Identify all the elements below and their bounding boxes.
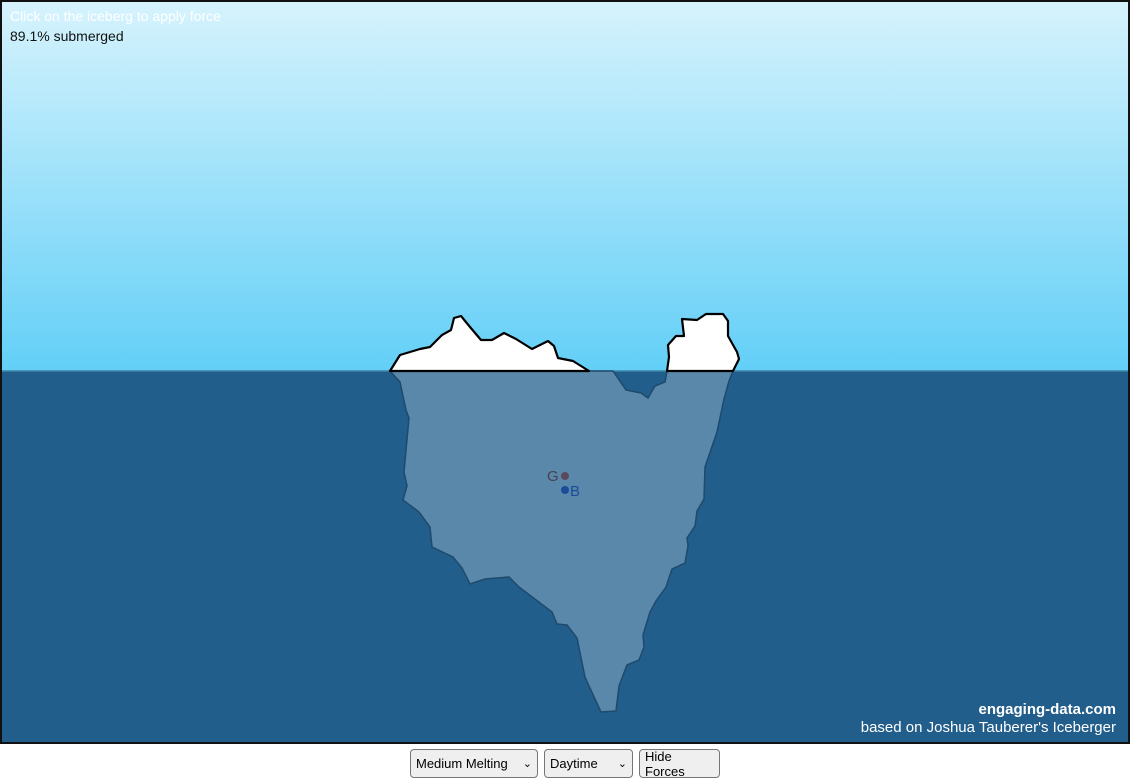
simulation-canvas[interactable]: G B Click on the iceberg to apply force … — [0, 0, 1130, 744]
melting-rate-value: Medium Melting — [416, 756, 508, 771]
center-of-gravity-label: G — [547, 468, 559, 485]
center-of-buoyancy-label: B — [570, 483, 580, 500]
iceberg-scene[interactable]: G B — [2, 2, 1128, 742]
chevron-down-icon: ⌄ — [522, 758, 532, 770]
site-credit[interactable]: engaging-data.com — [978, 701, 1116, 718]
center-of-buoyancy-dot — [561, 486, 569, 494]
sky — [2, 2, 1128, 371]
instruction-text: Click on the iceberg to apply force — [10, 8, 221, 24]
melting-rate-select[interactable]: Medium Melting ⌄ — [410, 749, 538, 778]
chevron-down-icon: ⌄ — [617, 758, 627, 770]
center-of-gravity-dot — [561, 472, 569, 480]
time-of-day-select[interactable]: Daytime ⌄ — [544, 749, 633, 778]
control-bar: Medium Melting ⌄ Daytime ⌄ Hide Forces — [0, 749, 1130, 779]
hide-forces-button[interactable]: Hide Forces — [639, 749, 720, 779]
attribution-credit: based on Joshua Tauberer's Iceberger — [860, 719, 1116, 736]
submerged-percentage: 89.1% submerged — [10, 28, 124, 44]
time-of-day-value: Daytime — [550, 756, 598, 771]
